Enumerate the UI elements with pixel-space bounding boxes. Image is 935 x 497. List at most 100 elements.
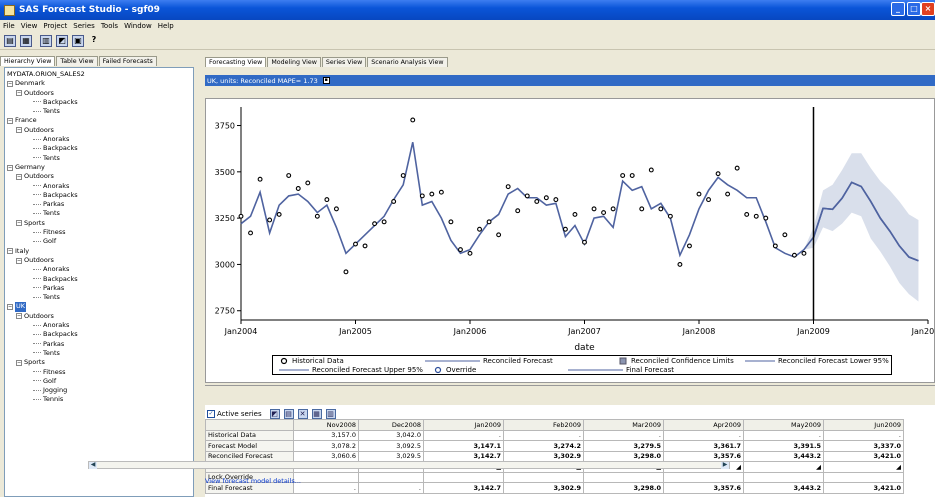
table-cell[interactable]	[663, 471, 744, 483]
collapse-icon[interactable]: −	[7, 80, 13, 87]
tree-node[interactable]: − Sports	[7, 219, 191, 228]
table-cell[interactable]	[743, 471, 824, 483]
tree-node[interactable]: − UK	[7, 302, 191, 312]
tree-node[interactable]: − Outdoors	[7, 89, 191, 98]
column-header[interactable]: Jun2009	[823, 419, 904, 431]
menu-help[interactable]: Help	[158, 22, 174, 30]
tab-table-view[interactable]: Table View	[56, 56, 98, 66]
column-header[interactable]: Dec2008	[358, 419, 424, 431]
collapse-icon[interactable]: −	[16, 257, 22, 264]
tree-node[interactable]: − Sports	[7, 358, 191, 367]
tree-leaf[interactable]: Parkas	[7, 284, 191, 293]
menu-series[interactable]: Series	[73, 22, 95, 30]
table-cell[interactable]	[583, 471, 664, 483]
collapse-icon[interactable]: −	[16, 220, 22, 227]
tree-node[interactable]: − France	[7, 116, 191, 125]
menu-file[interactable]: File	[3, 22, 15, 30]
menu-window[interactable]: Window	[124, 22, 152, 30]
table-horizontal-scrollbar[interactable]: ◀ ▶	[88, 461, 730, 469]
column-header[interactable]: Mar2009	[583, 419, 664, 431]
tree-leaf[interactable]: Parkas	[7, 200, 191, 209]
save-icon[interactable]: ▣	[72, 34, 84, 47]
collapse-icon[interactable]: −	[7, 304, 13, 311]
tree-leaf[interactable]: Tents	[7, 107, 191, 116]
column-header[interactable]: May2009	[743, 419, 824, 431]
column-header[interactable]: Apr2009	[663, 419, 744, 431]
collapse-icon[interactable]: −	[16, 313, 22, 320]
tree-leaf[interactable]: Tents	[7, 209, 191, 218]
close-button[interactable]: ×	[921, 2, 935, 16]
menu-project[interactable]: Project	[43, 22, 67, 30]
tree-leaf[interactable]: Anoraks	[7, 135, 191, 144]
chart-icon[interactable]: ◩	[56, 34, 68, 47]
model-details-link[interactable]: View forecast model details...	[205, 477, 301, 485]
collapse-icon[interactable]: −	[16, 173, 22, 180]
tree-node[interactable]: − Germany	[7, 163, 191, 172]
info-icon[interactable]: ▪	[322, 77, 330, 84]
collapse-icon[interactable]: −	[7, 248, 13, 255]
tree-leaf[interactable]: Backpacks	[7, 330, 191, 339]
help-icon[interactable]: ?	[88, 35, 100, 47]
tab-series-view[interactable]: Series View	[321, 57, 367, 67]
tree-node[interactable]: − Denmark	[7, 79, 191, 88]
new-project-icon[interactable]: ▤	[4, 34, 16, 47]
tree-leaf[interactable]: Anoraks	[7, 182, 191, 191]
tab-failed-forecasts[interactable]: Failed Forecasts	[98, 56, 157, 66]
tree-leaf[interactable]: Tents	[7, 293, 191, 302]
series-icon[interactable]: ▥	[40, 34, 52, 47]
tree-node[interactable]: − Outdoors	[7, 312, 191, 321]
tree-leaf[interactable]: Backpacks	[7, 98, 191, 107]
table-cell[interactable]	[823, 471, 904, 483]
table-cell[interactable]	[358, 471, 424, 483]
tree-node[interactable]: − Outdoors	[7, 126, 191, 135]
unlock-icon[interactable]: ▥	[325, 409, 336, 419]
minimize-button[interactable]: _	[891, 2, 905, 16]
tree-root[interactable]: MYDATA.ORION_SALES2	[7, 70, 191, 79]
tab-scenario-analysis-view[interactable]: Scenario Analysis View	[367, 57, 448, 67]
tab-modeling-view[interactable]: Modeling View	[267, 57, 321, 67]
tab-hierarchy-view[interactable]: Hierarchy View	[0, 56, 56, 66]
scroll-left-icon[interactable]: ◀	[89, 462, 97, 469]
tree-leaf[interactable]: Backpacks	[7, 144, 191, 153]
tree-leaf[interactable]: Anoraks	[7, 265, 191, 274]
tree-leaf[interactable]: Backpacks	[7, 275, 191, 284]
collapse-icon[interactable]: −	[16, 127, 22, 134]
tree-leaf[interactable]: Parkas	[7, 340, 191, 349]
menu-view[interactable]: View	[21, 22, 38, 30]
scroll-right-icon[interactable]: ▶	[721, 462, 729, 469]
tree-leaf[interactable]: Tents	[7, 154, 191, 163]
chart-toggle-icon[interactable]: ◩	[269, 409, 280, 419]
active-series-checkbox[interactable]: ✓	[207, 410, 215, 418]
tree-leaf[interactable]: Golf	[7, 377, 191, 386]
lock-icon[interactable]: ▦	[311, 409, 322, 419]
tree-leaf[interactable]: Fitness	[7, 368, 191, 377]
tree-leaf[interactable]: Tents	[7, 349, 191, 358]
table-cell[interactable]	[293, 471, 359, 483]
column-header[interactable]: Feb2009	[503, 419, 584, 431]
tab-forecasting-view[interactable]: Forecasting View	[205, 57, 267, 67]
table-cell[interactable]: ◢	[823, 461, 904, 473]
tree-node[interactable]: − Outdoors	[7, 172, 191, 181]
tree-leaf[interactable]: Tennis	[7, 395, 191, 404]
collapse-icon[interactable]: −	[7, 164, 13, 171]
delete-icon[interactable]: ✕	[297, 409, 308, 419]
tree-leaf[interactable]: Fitness	[7, 228, 191, 237]
maximize-button[interactable]: □	[907, 2, 921, 16]
column-header[interactable]: Nov2008	[293, 419, 359, 431]
tree-leaf[interactable]: Golf	[7, 237, 191, 246]
open-project-icon[interactable]: ▦	[20, 34, 32, 47]
column-header[interactable]: Jan2009	[423, 419, 504, 431]
collapse-icon[interactable]: −	[16, 90, 22, 97]
table-cell[interactable]	[503, 471, 584, 483]
table-cell[interactable]	[423, 471, 504, 483]
tree-leaf[interactable]: Backpacks	[7, 191, 191, 200]
collapse-icon[interactable]: −	[7, 118, 13, 125]
tree-leaf[interactable]: Anoraks	[7, 321, 191, 330]
tree-node[interactable]: − Outdoors	[7, 256, 191, 265]
splitter[interactable]	[205, 385, 935, 391]
collapse-icon[interactable]: −	[16, 359, 22, 366]
table-cell[interactable]: ◢	[743, 461, 824, 473]
tree-leaf[interactable]: Jogging	[7, 386, 191, 395]
edit-icon[interactable]: ▤	[283, 409, 294, 419]
menu-tools[interactable]: Tools	[101, 22, 118, 30]
